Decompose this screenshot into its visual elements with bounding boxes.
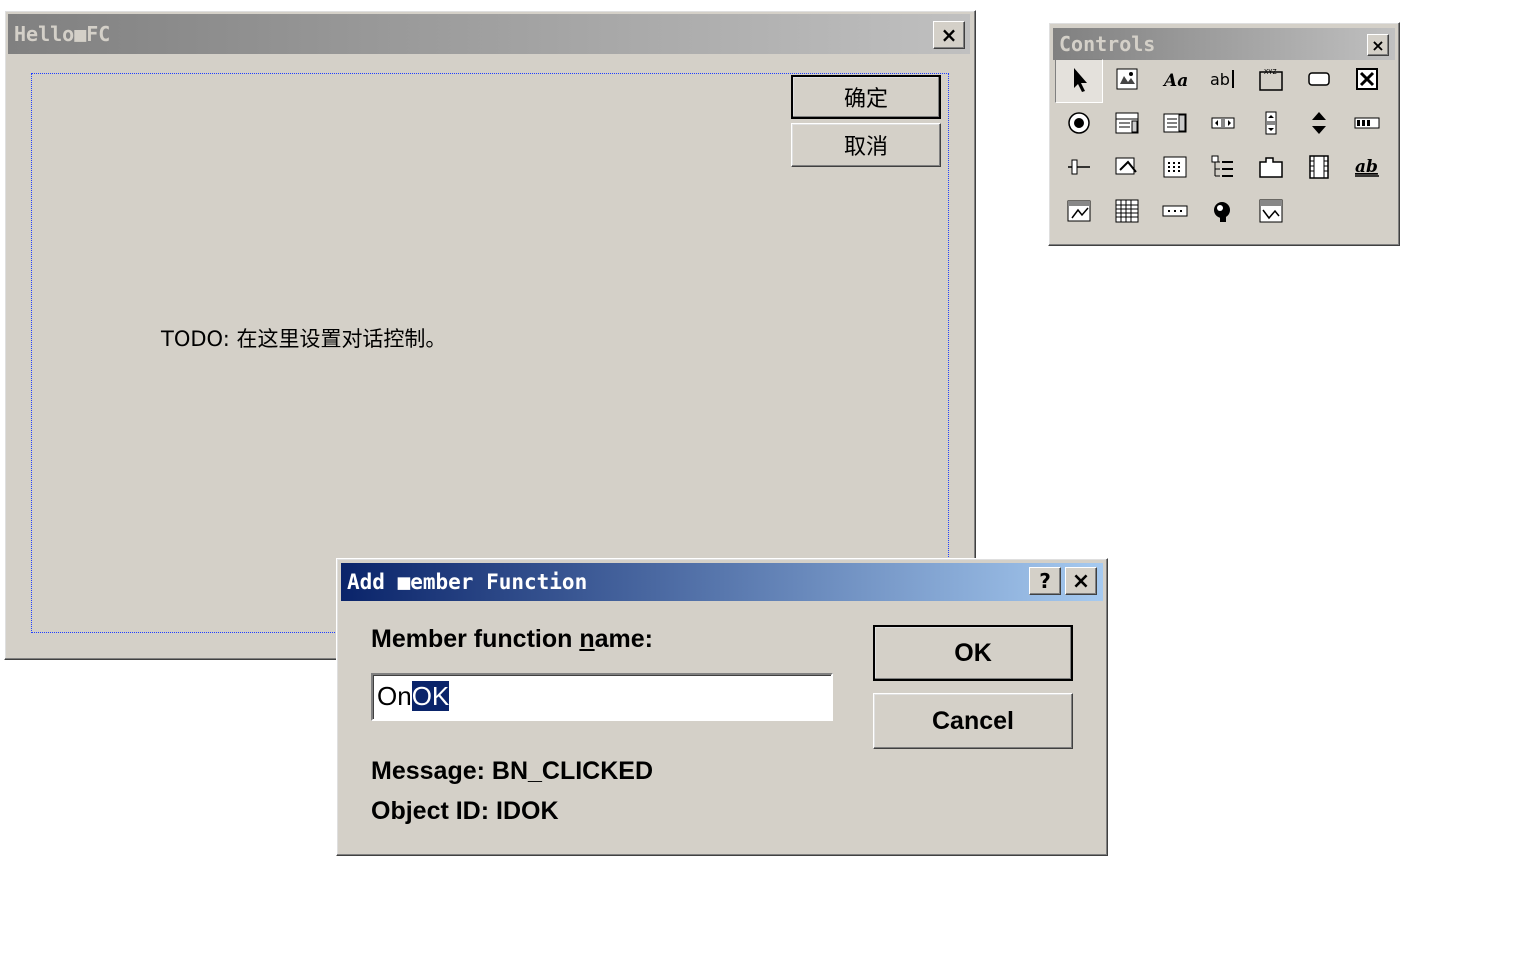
radio-button-icon bbox=[1064, 108, 1094, 143]
controls-item-vertical-scrollbar[interactable] bbox=[1247, 103, 1295, 147]
add-member-close-button[interactable]: × bbox=[1065, 567, 1097, 595]
month-calendar-icon bbox=[1112, 196, 1142, 231]
controls-item-custom-control[interactable] bbox=[1199, 191, 1247, 235]
name-label-mnemonic: n bbox=[579, 625, 595, 653]
controls-item-combo-box[interactable] bbox=[1103, 103, 1151, 147]
controls-item-slider[interactable] bbox=[1055, 147, 1103, 191]
controls-toolbar: Controls × Aa ab XYZ ab bbox=[1048, 22, 1400, 246]
svg-text:Aa: Aa bbox=[1162, 71, 1188, 91]
close-icon: × bbox=[1071, 568, 1091, 594]
controls-item-date-time-picker[interactable] bbox=[1055, 191, 1103, 235]
controls-item-tree-control[interactable] bbox=[1199, 147, 1247, 191]
picture-icon bbox=[1112, 64, 1142, 99]
pointer-icon bbox=[1064, 64, 1094, 99]
controls-item-static-text[interactable]: Aa bbox=[1151, 59, 1199, 103]
dialog-ok-label: 确定 bbox=[843, 87, 888, 112]
controls-item-pointer[interactable] bbox=[1055, 59, 1103, 103]
dialog-cancel-button[interactable]: 取消 bbox=[791, 123, 941, 167]
extended-combo-icon bbox=[1256, 196, 1286, 231]
check-box-icon bbox=[1352, 64, 1382, 99]
static-text-icon: Aa bbox=[1160, 64, 1190, 99]
member-function-name-input[interactable]: OnOK bbox=[371, 673, 833, 721]
member-function-name-label: Member function name: bbox=[371, 625, 653, 654]
controls-item-check-box[interactable] bbox=[1343, 59, 1391, 103]
group-box-icon: XYZ bbox=[1256, 64, 1286, 99]
controls-item-rich-edit[interactable]: ab bbox=[1343, 147, 1391, 191]
controls-item-month-calendar[interactable] bbox=[1103, 191, 1151, 235]
controls-item-ip-address[interactable] bbox=[1151, 191, 1199, 235]
controls-item-list-box[interactable] bbox=[1151, 103, 1199, 147]
add-member-function-dialog: Add ■ember Function ? × Member function … bbox=[336, 558, 1108, 856]
controls-item-horizontal-scrollbar[interactable] bbox=[1199, 103, 1247, 147]
controls-title: Controls bbox=[1059, 32, 1156, 56]
controls-item-radio-button[interactable] bbox=[1055, 103, 1103, 147]
todo-static-text[interactable]: TODO: 在这里设置对话控制。 bbox=[161, 323, 446, 353]
controls-titlebar[interactable]: Controls bbox=[1053, 28, 1395, 60]
dialog-ok-button[interactable]: 确定 bbox=[791, 75, 941, 119]
tree-control-icon bbox=[1208, 152, 1238, 187]
controls-item-spin[interactable] bbox=[1295, 103, 1343, 147]
add-member-ok-label: OK bbox=[954, 638, 992, 667]
help-icon: ? bbox=[1039, 569, 1051, 593]
button-icon bbox=[1304, 64, 1334, 99]
input-text-selected: OK bbox=[411, 681, 450, 711]
add-member-ok-button[interactable]: OK bbox=[873, 625, 1073, 681]
message-text: Message: BN_CLICKED bbox=[371, 757, 654, 785]
controls-item-list-control[interactable] bbox=[1151, 147, 1199, 191]
dialog-cancel-label: 取消 bbox=[843, 135, 888, 160]
slider-icon bbox=[1064, 152, 1094, 187]
input-text-prefix: On bbox=[377, 681, 412, 711]
custom-control-icon bbox=[1208, 196, 1238, 231]
rich-edit-icon: ab bbox=[1352, 152, 1382, 187]
progress-icon bbox=[1352, 108, 1382, 143]
ip-address-icon bbox=[1160, 196, 1190, 231]
controls-item-tab-control[interactable] bbox=[1247, 147, 1295, 191]
dialog-editor-titlebar[interactable]: Hello■FC bbox=[8, 14, 970, 54]
controls-item-animate[interactable] bbox=[1295, 147, 1343, 191]
close-icon: × bbox=[1371, 35, 1385, 55]
tab-control-icon bbox=[1256, 152, 1286, 187]
add-member-titlebar[interactable]: Add ■ember Function bbox=[341, 563, 1103, 601]
list-control-icon bbox=[1160, 152, 1190, 187]
svg-text:ab: ab bbox=[1210, 70, 1230, 89]
animate-icon bbox=[1304, 152, 1334, 187]
edit-box-icon: ab bbox=[1208, 64, 1238, 99]
svg-text:ab: ab bbox=[1355, 157, 1378, 177]
controls-item-picture[interactable] bbox=[1103, 59, 1151, 103]
name-label-part1: Member function bbox=[371, 625, 580, 653]
dialog-editor-close-button[interactable]: × bbox=[933, 21, 965, 49]
controls-close-button[interactable]: × bbox=[1367, 34, 1389, 56]
vertical-scrollbar-icon bbox=[1256, 108, 1286, 143]
svg-text:XYZ: XYZ bbox=[1264, 68, 1277, 76]
date-time-picker-icon bbox=[1064, 196, 1094, 231]
object-id-text: Object ID: IDOK bbox=[371, 797, 559, 825]
controls-grid: Aa ab XYZ ab bbox=[1055, 59, 1391, 235]
horizontal-scrollbar-icon bbox=[1208, 108, 1238, 143]
combo-box-icon bbox=[1112, 108, 1142, 143]
controls-item-progress[interactable] bbox=[1343, 103, 1391, 147]
dialog-editor-title: Hello■FC bbox=[14, 22, 111, 46]
controls-item-edit-box[interactable]: ab bbox=[1199, 59, 1247, 103]
add-member-title: Add ■ember Function bbox=[347, 570, 588, 594]
help-button[interactable]: ? bbox=[1029, 567, 1061, 595]
list-box-icon bbox=[1160, 108, 1190, 143]
spin-icon bbox=[1304, 108, 1334, 143]
controls-item-group-box[interactable]: XYZ bbox=[1247, 59, 1295, 103]
hotkey-icon bbox=[1112, 152, 1142, 187]
add-member-cancel-button[interactable]: Cancel bbox=[873, 693, 1073, 749]
controls-item-button[interactable] bbox=[1295, 59, 1343, 103]
add-member-cancel-label: Cancel bbox=[932, 706, 1014, 735]
controls-item-hotkey[interactable] bbox=[1103, 147, 1151, 191]
close-icon: × bbox=[940, 23, 958, 47]
controls-item-extended-combo[interactable] bbox=[1247, 191, 1295, 235]
name-label-part2: ame: bbox=[594, 625, 653, 653]
